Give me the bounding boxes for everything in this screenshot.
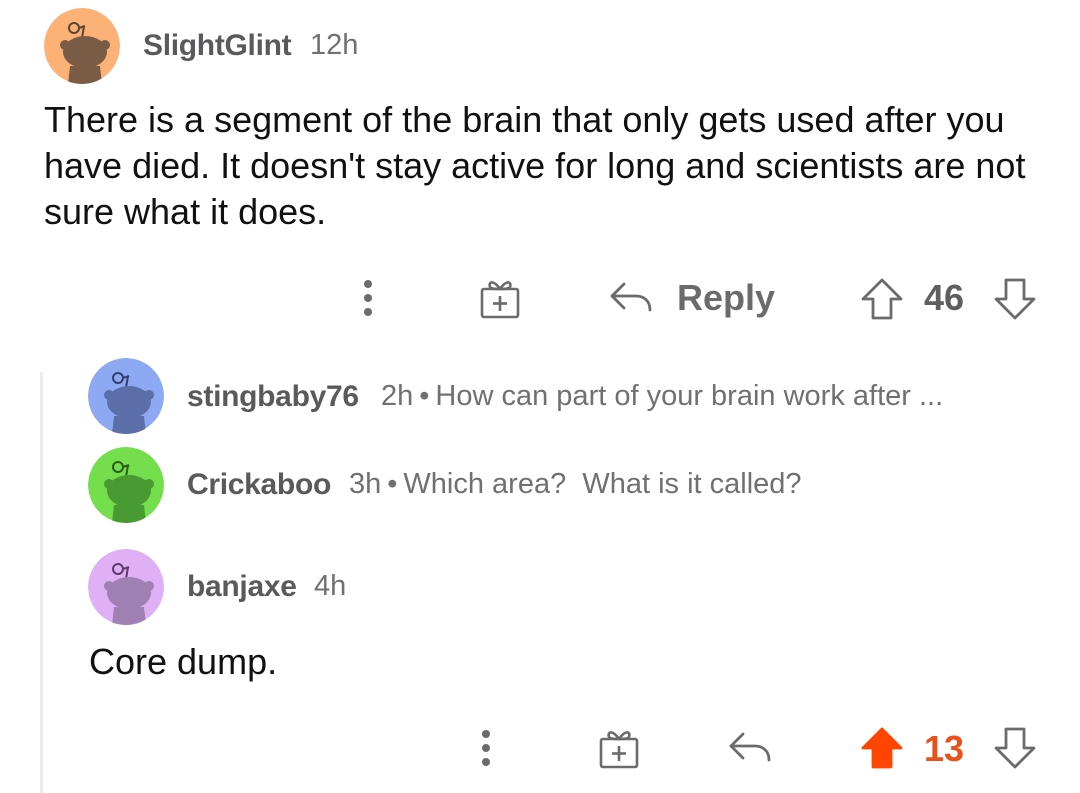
thread-line[interactable] — [40, 372, 43, 793]
reply-author[interactable]: Crickaboo — [187, 468, 331, 502]
vote-score: 13 — [924, 728, 965, 769]
reply-meta[interactable]: 2h • How can part of your brain work after… — [381, 380, 943, 413]
comment-age: 12h — [310, 29, 359, 61]
snoo-avatar-icon — [88, 549, 164, 625]
reply-meta[interactable]: 3h • Which area? What is it called? — [349, 468, 802, 501]
upvote-icon[interactable] — [860, 277, 904, 321]
vote-score: 46 — [924, 277, 965, 318]
snoo-avatar-icon — [88, 447, 164, 523]
avatar[interactable] — [88, 447, 164, 523]
snoo-avatar-icon — [44, 8, 120, 84]
separator-dot: • — [419, 380, 430, 412]
reply-arrow-icon[interactable] — [727, 729, 773, 765]
avatar[interactable] — [88, 549, 164, 625]
award-gift-icon[interactable] — [597, 728, 641, 770]
reply-arrow-icon[interactable] — [608, 279, 654, 315]
more-options-icon[interactable] — [474, 728, 498, 768]
reply-preview: Which area? What is it called? — [403, 468, 802, 500]
award-gift-icon[interactable] — [478, 278, 522, 320]
reply-age: 2h — [381, 380, 414, 412]
comment-age: 4h — [314, 570, 347, 602]
comment-body: There is a segment of the brain that onl… — [44, 99, 1026, 232]
comment-body: Core dump. — [89, 641, 278, 682]
comment-author[interactable]: SlightGlint — [143, 29, 292, 63]
reply-button[interactable]: Reply — [677, 277, 775, 319]
reply-age: 3h — [349, 468, 382, 500]
comment-author[interactable]: banjaxe — [187, 570, 297, 604]
more-options-icon[interactable] — [356, 278, 380, 318]
downvote-icon[interactable] — [993, 726, 1037, 770]
downvote-icon[interactable] — [993, 277, 1037, 321]
separator-dot: • — [387, 468, 398, 500]
reply-author[interactable]: stingbaby76 — [187, 380, 359, 414]
upvote-icon[interactable] — [860, 726, 904, 770]
avatar[interactable] — [88, 358, 164, 434]
snoo-avatar-icon — [88, 358, 164, 434]
avatar[interactable] — [44, 8, 120, 84]
reply-preview: How can part of your brain work after ..… — [435, 380, 944, 412]
